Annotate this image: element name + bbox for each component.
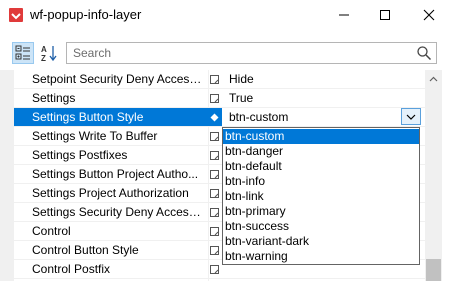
property-name: Control: [32, 224, 71, 238]
property-name: Settings Button Style: [14, 108, 222, 127]
property-name: Settings Write To Buffer: [32, 129, 158, 143]
chevron-down-icon: [406, 114, 416, 120]
categorized-view-button[interactable]: [12, 42, 34, 64]
title-bar: wf-popup-info-layer: [0, 0, 449, 30]
property-row[interactable]: Settings Button Style btn-custom: [14, 108, 425, 127]
svg-text:A: A: [41, 45, 47, 54]
dropdown-option[interactable]: btn-success: [223, 219, 419, 234]
close-button[interactable]: [418, 4, 440, 26]
minimize-button[interactable]: [333, 4, 355, 26]
edit-box-icon[interactable]: [210, 246, 219, 255]
grid-left-margin: [0, 70, 14, 281]
property-value[interactable]: btn-custom: [223, 108, 425, 127]
close-icon: [423, 9, 435, 21]
edit-box-icon[interactable]: [210, 227, 219, 236]
dropdown-option[interactable]: btn-info: [223, 174, 419, 189]
style-dropdown-list[interactable]: btn-custom btn-danger btn-default btn-info b…: [222, 127, 420, 265]
diamond-icon[interactable]: [210, 113, 219, 122]
categorized-view-icon: [15, 45, 30, 60]
chevron-up-icon: [429, 76, 438, 81]
scroll-thumb[interactable]: [426, 259, 441, 281]
property-name: Control Button Style: [32, 243, 139, 257]
window-title: wf-popup-info-layer: [30, 7, 142, 22]
edit-box-icon[interactable]: [210, 94, 219, 103]
minimize-icon: [339, 14, 349, 16]
search-input[interactable]: [67, 43, 407, 63]
property-name: Settings Postfixes: [32, 148, 128, 162]
dropdown-option[interactable]: btn-variant-dark: [223, 234, 419, 249]
edit-box-icon[interactable]: [210, 151, 219, 160]
edit-box-icon[interactable]: [210, 265, 219, 274]
scroll-up-button[interactable]: [425, 70, 442, 87]
app-icon: [9, 8, 23, 22]
property-name: Control Postfix: [32, 262, 111, 276]
dropdown-option[interactable]: btn-link: [223, 189, 419, 204]
property-row[interactable]: Setpoint Security Deny Access... Hide: [14, 70, 425, 89]
property-name: Settings Project Authorization: [32, 186, 189, 200]
search-icon[interactable]: [416, 45, 432, 61]
svg-text:Z: Z: [41, 54, 46, 62]
maximize-button[interactable]: [374, 4, 396, 26]
sort-alphabetical-button[interactable]: A Z: [38, 42, 60, 64]
property-name: Settings Security Deny Access ...: [32, 205, 209, 219]
value-dropdown-button[interactable]: [401, 108, 421, 125]
dropdown-option[interactable]: btn-primary: [223, 204, 419, 219]
sort-alphabetical-icon: A Z: [41, 45, 57, 62]
property-value[interactable]: True: [223, 89, 425, 108]
dropdown-option[interactable]: btn-custom: [223, 129, 419, 144]
dropdown-option[interactable]: btn-danger: [223, 144, 419, 159]
edit-box-icon[interactable]: [210, 208, 219, 217]
maximize-icon: [380, 10, 390, 20]
search-box[interactable]: [66, 42, 437, 64]
dropdown-option[interactable]: btn-default: [223, 159, 419, 174]
edit-box-icon[interactable]: [210, 170, 219, 179]
property-row[interactable]: Settings True: [14, 89, 425, 108]
property-toolbar: A Z: [0, 39, 449, 69]
property-name: Settings Button Project Autho...: [32, 167, 199, 181]
vertical-scrollbar[interactable]: [425, 70, 442, 281]
dropdown-option[interactable]: btn-warning: [223, 249, 419, 264]
edit-box-icon[interactable]: [210, 132, 219, 141]
property-name: Settings: [32, 91, 76, 105]
property-name: Setpoint Security Deny Access...: [32, 72, 206, 86]
row-divider: [14, 278, 425, 279]
edit-box-icon[interactable]: [210, 189, 219, 198]
edit-box-icon[interactable]: [210, 75, 219, 84]
property-value[interactable]: Hide: [223, 70, 425, 89]
